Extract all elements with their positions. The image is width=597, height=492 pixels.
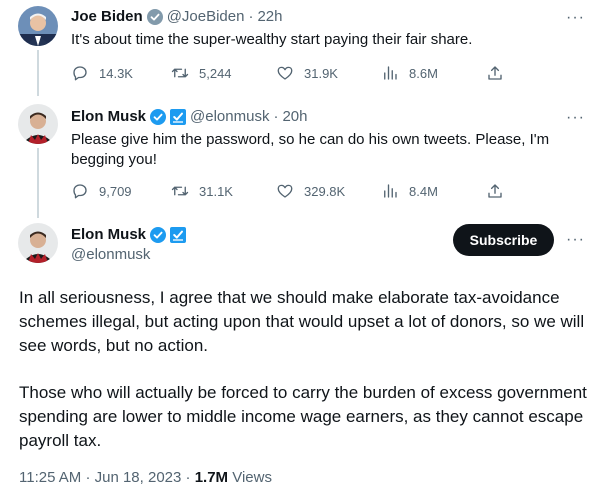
reply-button[interactable]: 14.3K [71, 64, 171, 82]
more-icon[interactable]: ··· [566, 232, 585, 248]
reply-button[interactable]: 9,709 [71, 182, 171, 200]
more-icon[interactable]: ··· [566, 10, 585, 26]
tweet-header: Elon Musk @elonmusk · 20h [71, 107, 307, 127]
retweet-count: 31.1K [199, 183, 233, 199]
share-button[interactable] [486, 64, 514, 82]
tweet-text: It's about time the super-wealthy start … [71, 31, 473, 48]
affiliate-badge-icon [170, 109, 187, 125]
thread-line [37, 148, 39, 218]
like-icon [277, 184, 293, 198]
avatar[interactable] [18, 6, 58, 46]
like-button[interactable]: 329.8K [276, 182, 381, 200]
verified-badge-icon [150, 227, 167, 243]
share-icon [488, 184, 502, 198]
verified-badge-icon [146, 9, 163, 25]
retweet-icon [171, 186, 189, 196]
share-icon [488, 66, 502, 80]
timestamp[interactable]: 22h [257, 7, 282, 27]
like-count: 31.9K [304, 65, 338, 81]
more-icon[interactable]: ··· [566, 110, 585, 126]
tweet-text-paragraph: Those who will actually be forced to car… [19, 383, 587, 450]
retweet-count: 5,244 [199, 65, 232, 81]
avatar[interactable] [18, 104, 58, 144]
affiliate-badge-icon [170, 227, 187, 243]
reply-icon [73, 66, 87, 81]
reply-icon [73, 184, 87, 199]
views-count[interactable]: 1.7M [195, 469, 228, 486]
views-count: 8.6M [409, 65, 438, 81]
retweet-icon [171, 68, 189, 78]
views-icon [384, 66, 397, 80]
views-label: Views [232, 469, 272, 486]
views-icon [384, 184, 397, 198]
separator: · [85, 469, 91, 486]
tweet-header: Elon Musk [71, 225, 187, 245]
separator: · [273, 108, 279, 125]
tweet-header: Joe Biden @JoeBiden · 22h [71, 7, 283, 27]
thread-line [37, 50, 39, 96]
reply-count: 14.3K [99, 65, 133, 81]
tweet-text-paragraph: In all seriousness, I agree that we shou… [19, 288, 585, 355]
avatar[interactable] [18, 223, 58, 263]
share-button[interactable] [486, 182, 514, 200]
reply-count: 9,709 [99, 183, 132, 199]
timestamp[interactable]: 20h [282, 107, 307, 127]
retweet-button[interactable]: 5,244 [171, 64, 276, 82]
post-date[interactable]: Jun 18, 2023 [95, 469, 182, 486]
tweet-text: Please give him the password, so he can … [71, 131, 550, 168]
like-button[interactable]: 31.9K [276, 64, 381, 82]
views-button[interactable]: 8.6M [381, 64, 486, 82]
author-name[interactable]: Elon Musk [71, 225, 146, 245]
tweet-actions: 9,709 31.1K 329.8K 8.4M [71, 182, 514, 200]
handle-text: @elonmusk [71, 246, 151, 263]
separator: · [185, 469, 191, 486]
post-time[interactable]: 11:25 AM [19, 469, 81, 486]
views-count: 8.4M [409, 183, 438, 199]
tweet-meta: 11:25 AM · Jun 18, 2023 · 1.7M Views [19, 468, 272, 488]
author-handle[interactable]: @JoeBiden [167, 7, 245, 27]
separator: · [248, 8, 254, 25]
author-name[interactable]: Joe Biden [71, 7, 143, 27]
subscribe-button[interactable]: Subscribe [453, 224, 554, 256]
verified-badge-icon [150, 109, 167, 125]
like-icon [277, 66, 293, 80]
tweet-actions: 14.3K 5,244 31.9K 8.6M [71, 64, 514, 82]
author-handle[interactable]: @elonmusk [71, 245, 150, 265]
like-count: 329.8K [304, 183, 346, 199]
author-handle[interactable]: @elonmusk [190, 107, 269, 127]
retweet-button[interactable]: 31.1K [171, 182, 276, 200]
views-button[interactable]: 8.4M [381, 182, 486, 200]
author-name[interactable]: Elon Musk [71, 107, 146, 127]
